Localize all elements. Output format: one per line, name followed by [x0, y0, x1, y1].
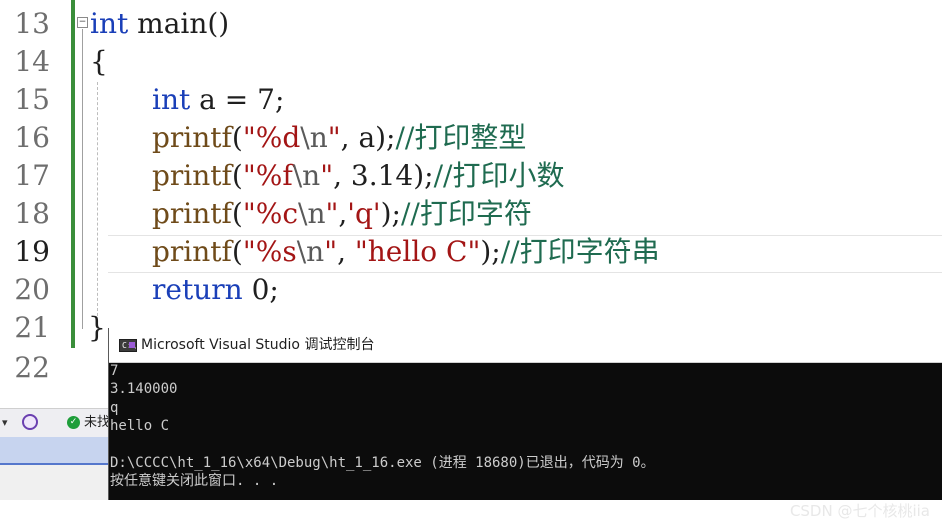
code-text: (	[231, 159, 243, 192]
code-text: ;	[269, 273, 279, 306]
console-line: D:\CCCC\ht_1_16\x64\Debug\ht_1_16.exe (进…	[110, 455, 655, 471]
console-title-bar[interactable]: C:\ Microsoft Visual Studio 调试控制台	[109, 328, 942, 363]
string-literal: "%c	[242, 197, 299, 230]
number-literal: 7	[257, 83, 275, 116]
line-number: 17	[14, 159, 50, 192]
function-name: printf	[152, 235, 232, 268]
console-line: 7	[110, 363, 119, 379]
line-number: 15	[14, 83, 50, 116]
char-literal: 'q'	[347, 197, 381, 230]
console-line: 按任意键关闭此窗口. . .	[110, 473, 279, 489]
chevron-down-icon[interactable]: ▾	[2, 415, 18, 431]
indent-guide	[97, 82, 98, 316]
keyword: int	[90, 7, 129, 40]
keyword: int	[152, 83, 191, 116]
code-text: (	[231, 197, 243, 230]
string-literal: "hello C"	[354, 235, 481, 268]
issues-status-text[interactable]: 未找	[84, 414, 110, 432]
function-name: printf	[152, 197, 232, 230]
code-text: );	[480, 235, 501, 268]
panel-tab-strip	[0, 437, 110, 465]
string-literal: "	[327, 121, 341, 154]
escape-sequence: \n	[300, 121, 328, 154]
code-line-18[interactable]: printf("%c\n",'q');//打印字符	[152, 195, 532, 233]
code-line-14[interactable]: {	[90, 43, 108, 81]
code-text: ;	[274, 83, 285, 116]
code-line-15[interactable]: int a = 7;	[152, 81, 284, 119]
panel-background	[0, 465, 110, 500]
intellicode-icon[interactable]	[22, 414, 38, 430]
code-text: }	[88, 311, 106, 344]
code-text: , 3.14);	[333, 159, 434, 192]
line-number: 20	[14, 273, 50, 306]
string-literal: "%s	[242, 235, 297, 268]
code-text: main()	[128, 7, 230, 40]
code-text: (	[231, 235, 243, 268]
line-number: 22	[14, 351, 50, 384]
console-line: 3.140000	[110, 381, 178, 397]
line-number: 14	[14, 45, 50, 78]
escape-sequence: \n	[296, 235, 325, 268]
comment: //打印整型	[395, 121, 527, 154]
code-text: {	[90, 45, 108, 78]
comment: //打印小数	[433, 159, 565, 192]
string-literal: "	[325, 197, 339, 230]
string-literal: "	[320, 159, 334, 192]
change-tracking-bar	[71, 0, 75, 348]
string-literal: "%d	[242, 121, 301, 154]
code-text: );	[380, 197, 401, 230]
vs-badge-icon	[129, 342, 135, 348]
code-line-16[interactable]: printf("%d\n", a);//打印整型	[152, 119, 526, 157]
keyword: return	[152, 273, 243, 306]
collapse-toggle-icon[interactable]: −	[77, 17, 88, 28]
console-output[interactable]: 7 3.140000 q hello C D:\CCCC\ht_1_16\x64…	[110, 362, 942, 520]
code-text: ,	[338, 197, 348, 230]
console-app-icon: C:\	[119, 339, 137, 352]
code-text: , a);	[340, 121, 396, 154]
code-text: (	[231, 121, 243, 154]
watermark-text: CSDN @七个核桃iia	[789, 502, 930, 520]
number-literal: 0	[242, 273, 270, 306]
code-text: a =	[190, 83, 258, 116]
line-number-active: 19	[14, 235, 50, 268]
console-line: q	[110, 400, 119, 416]
escape-sequence: \n	[292, 159, 321, 192]
console-title: Microsoft Visual Studio 调试控制台	[141, 337, 375, 353]
error-list-toolbar: ▾ ✓ 未找	[0, 408, 110, 437]
line-number-gutter: 13 14 15 16 17 18 19 20 21 22	[0, 0, 60, 400]
code-line-19[interactable]: printf("%s\n", "hello C");//打印字符串	[152, 233, 660, 271]
escape-sequence: \n	[298, 197, 326, 230]
line-number: 13	[14, 7, 50, 40]
line-number: 21	[14, 311, 50, 344]
code-line-21[interactable]: }	[88, 309, 106, 347]
code-line-20[interactable]: return 0;	[152, 271, 279, 309]
string-literal: "%f	[242, 159, 293, 192]
function-name: printf	[152, 121, 232, 154]
comment: //打印字符串	[500, 235, 660, 268]
console-line: hello C	[110, 418, 170, 434]
code-line-13[interactable]: int main()	[90, 5, 229, 43]
function-name: printf	[152, 159, 232, 192]
code-line-17[interactable]: printf("%f\n", 3.14);//打印小数	[152, 157, 564, 195]
string-literal: "	[324, 235, 338, 268]
line-number: 16	[14, 121, 50, 154]
check-circle-icon: ✓	[67, 416, 80, 429]
code-text: ,	[337, 235, 355, 268]
comment: //打印字符	[400, 197, 532, 230]
line-number: 18	[14, 197, 50, 230]
debug-console-window[interactable]: C:\ Microsoft Visual Studio 调试控制台 7 3.14…	[108, 328, 942, 520]
fold-region-line	[82, 29, 83, 329]
